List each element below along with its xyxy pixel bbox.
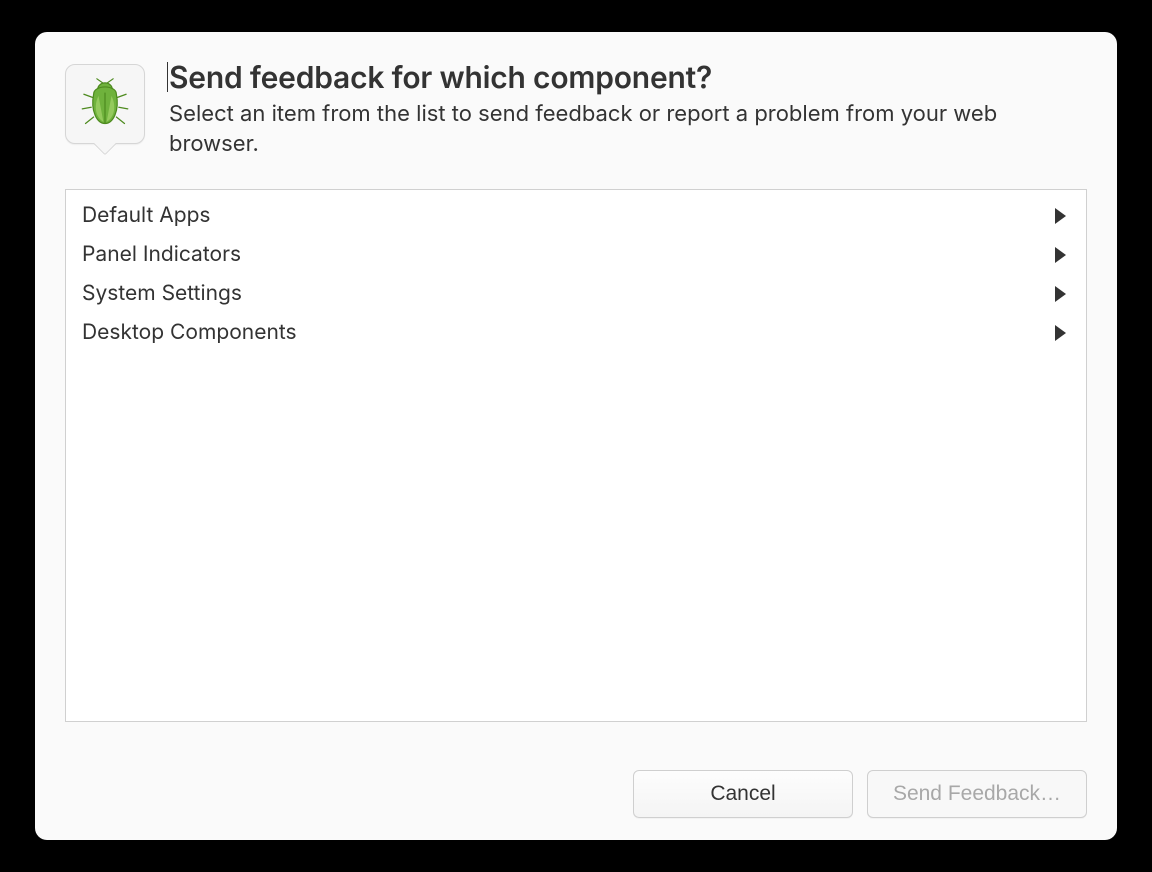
chevron-right-icon (1055, 286, 1066, 302)
list-item-default-apps[interactable]: Default Apps (66, 196, 1086, 235)
feedback-dialog: Send feedback for which component? Selec… (35, 32, 1117, 840)
list-item-label: Desktop Components (82, 320, 297, 345)
list-item-label: Default Apps (82, 203, 211, 228)
header-text: Send feedback for which component? Selec… (169, 60, 1087, 159)
send-feedback-button[interactable]: Send Feedback… (867, 770, 1087, 818)
list-item-system-settings[interactable]: System Settings (66, 274, 1086, 313)
component-list[interactable]: Default Apps Panel Indicators System Set… (65, 189, 1087, 722)
list-item-panel-indicators[interactable]: Panel Indicators (66, 235, 1086, 274)
chevron-right-icon (1055, 208, 1066, 224)
dialog-title: Send feedback for which component? (169, 60, 1087, 96)
chevron-right-icon (1055, 247, 1066, 263)
list-item-label: System Settings (82, 281, 242, 306)
bug-icon (65, 64, 145, 144)
dialog-subtitle: Select an item from the list to send fee… (169, 100, 1087, 159)
chevron-right-icon (1055, 325, 1066, 341)
dialog-footer: Cancel Send Feedback… (65, 770, 1087, 818)
list-item-label: Panel Indicators (82, 242, 241, 267)
list-item-desktop-components[interactable]: Desktop Components (66, 313, 1086, 352)
cancel-button[interactable]: Cancel (633, 770, 853, 818)
dialog-header: Send feedback for which component? Selec… (65, 60, 1087, 159)
